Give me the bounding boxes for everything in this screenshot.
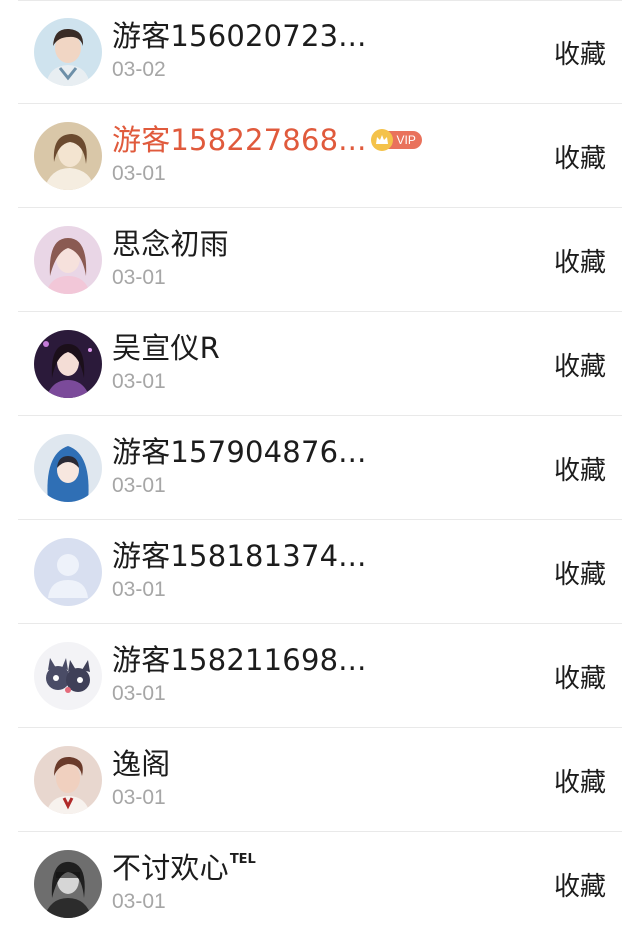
list-item[interactable]: 游客158211698... 03-01 收藏 [18,624,622,728]
visit-date: 03-01 [112,370,166,393]
list-item[interactable]: 游客156020723... 03-02 收藏 [18,0,622,104]
avatar[interactable] [34,122,102,190]
visit-date: 03-01 [112,474,166,497]
avatar[interactable] [34,226,102,294]
user-name[interactable]: 不讨欢心 [112,848,229,888]
visitor-list: 游客156020723... 03-02 收藏 游客158227868... V… [0,0,640,935]
avatar[interactable] [34,642,102,710]
user-name[interactable]: 游客158227868... [112,120,367,160]
collect-button[interactable]: 收藏 [554,138,606,175]
woman-sepia-avatar-icon [34,122,102,190]
list-item[interactable]: 思念初雨 03-01 收藏 [18,208,622,312]
list-item[interactable]: 游客158181374... 03-01 收藏 [18,520,622,624]
name-line: 游客156020723... [112,16,367,56]
woman-pink-avatar-icon [34,226,102,294]
name-line: 逸阁 [112,744,170,784]
name-line: 游客158181374... [112,536,367,576]
tel-superscript: TEL [229,851,256,867]
list-item[interactable]: 游客157904876... 03-01 收藏 [18,416,622,520]
visit-date: 03-01 [112,162,166,185]
list-item[interactable]: 吴宣仪R 03-01 收藏 [18,312,622,416]
name-line: 思念初雨 [112,224,229,264]
avatar[interactable] [34,18,102,86]
collect-button[interactable]: 收藏 [554,762,606,799]
avatar[interactable] [34,850,102,918]
user-name[interactable]: 游客156020723... [112,16,367,56]
name-line: 吴宣仪R [112,328,220,368]
name-line: 游客158227868... VIP [112,120,422,160]
visit-date: 03-01 [112,578,166,601]
user-name[interactable]: 游客158181374... [112,536,367,576]
visit-date: 03-01 [112,266,166,289]
collect-button[interactable]: 收藏 [554,242,606,279]
list-item[interactable]: 不讨欢心 TEL 03-01 收藏 [18,832,622,936]
young-man-red-avatar-icon [34,746,102,814]
vip-badge: VIP [370,129,422,151]
user-name[interactable]: 逸阁 [112,744,170,784]
collect-button[interactable]: 收藏 [554,34,606,71]
visit-date: 03-01 [112,786,166,809]
cartoon-cats-avatar-icon [34,642,102,710]
name-line: 游客158211698... [112,640,367,680]
avatar[interactable] [34,434,102,502]
visit-date: 03-01 [112,682,166,705]
avatar[interactable] [34,746,102,814]
visit-date: 03-02 [112,58,166,81]
collect-button[interactable]: 收藏 [554,554,606,591]
name-line: 游客157904876... [112,432,367,472]
collect-button[interactable]: 收藏 [554,450,606,487]
visit-date: 03-01 [112,890,166,913]
user-name[interactable]: 吴宣仪R [112,328,220,368]
user-name[interactable]: 游客157904876... [112,432,367,472]
young-man-avatar-icon [34,18,102,86]
crown-icon [370,129,393,151]
collect-button[interactable]: 收藏 [554,346,606,383]
user-name[interactable]: 思念初雨 [112,224,229,264]
avatar[interactable] [34,330,102,398]
list-item[interactable]: 游客158227868... VIP 03-01 收藏 [18,104,622,208]
collect-button[interactable]: 收藏 [554,866,606,903]
avatar[interactable] [34,538,102,606]
name-line: 不讨欢心 TEL [112,848,256,888]
dark-portrait-avatar-icon [34,850,102,918]
woman-stage-avatar-icon [34,330,102,398]
anime-hood-avatar-icon [34,434,102,502]
list-item[interactable]: 逸阁 03-01 收藏 [18,728,622,832]
user-name[interactable]: 游客158211698... [112,640,367,680]
collect-button[interactable]: 收藏 [554,658,606,695]
default-user-avatar-icon [34,538,102,606]
